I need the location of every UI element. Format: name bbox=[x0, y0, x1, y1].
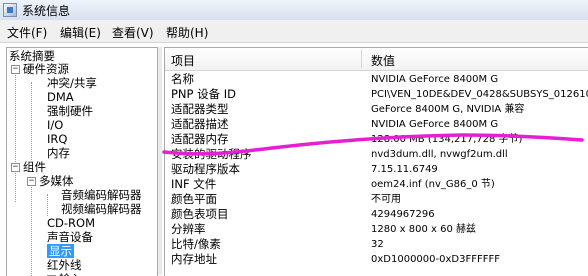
table-row[interactable]: 内存地址 0xD1000000-0xD3FFFFFF bbox=[165, 252, 588, 267]
row-item: PNP 设备 ID bbox=[171, 87, 237, 101]
menu-bar: 文件(F) 编辑(E) 查看(V) 帮助(H) bbox=[0, 20, 588, 43]
table-row[interactable]: 分辨率 1280 x 800 x 60 赫兹 bbox=[165, 222, 588, 237]
row-value: nvd3dum.dll, nvwgf2um.dll bbox=[371, 149, 508, 160]
column-divider[interactable] bbox=[361, 50, 362, 68]
tree-item-components[interactable]: − 组件 bbox=[11, 160, 46, 174]
table-row[interactable]: 名称 NVIDIA GeForce 8400M G bbox=[165, 72, 588, 87]
table-row[interactable]: 颜色平面 不可用 bbox=[165, 192, 588, 207]
table-row[interactable]: 比特/像素 32 bbox=[165, 237, 588, 252]
collapse-icon[interactable]: − bbox=[11, 65, 20, 74]
table-row[interactable]: 安装的驱动程序 nvd3dum.dll, nvwgf2um.dll bbox=[165, 147, 588, 162]
category-tree[interactable]: 系统摘要 − 硬件资源 冲突/共享 DMA 强制硬件 I/O IRQ 内存 − 组件… bbox=[6, 47, 158, 276]
tree-connector bbox=[15, 68, 16, 202]
row-item: 名称 bbox=[171, 72, 194, 86]
row-item: 适配器类型 bbox=[171, 102, 229, 116]
row-value: 不可用 bbox=[371, 194, 401, 205]
row-value: 128.00 MB (134,217,728 字节) bbox=[371, 134, 523, 145]
row-value: NVIDIA GeForce 8400M G bbox=[371, 119, 499, 130]
column-header-value[interactable]: 数值 bbox=[371, 52, 395, 69]
row-value: oem24.inf (nv_G86_0 节) bbox=[371, 179, 495, 190]
tree-item-irq[interactable]: IRQ bbox=[47, 132, 67, 146]
row-value: 7.15.11.6749 bbox=[371, 164, 438, 175]
tree-connector bbox=[31, 82, 32, 160]
row-item: 适配器描述 bbox=[171, 117, 229, 131]
tree-item-system-summary[interactable]: 系统摘要 bbox=[9, 49, 55, 63]
row-value: PCI\VEN_10DE&DEV_0428&SUBSYS_01261025& bbox=[371, 89, 588, 100]
pane-splitter[interactable] bbox=[158, 47, 162, 275]
tree-item-video-codecs[interactable]: 视频编码解码器 bbox=[61, 202, 142, 216]
row-item: 分辨率 bbox=[171, 222, 206, 236]
tree-item-sound-device[interactable]: 声音设备 bbox=[47, 230, 93, 244]
tree-item-hardware-resources[interactable]: − 硬件资源 bbox=[11, 62, 69, 76]
row-item: 颜色表项目 bbox=[171, 207, 229, 221]
tree-item-dma[interactable]: DMA bbox=[47, 90, 74, 104]
row-item: 适配器内存 bbox=[171, 132, 229, 146]
tree-item-conflicts[interactable]: 冲突/共享 bbox=[47, 76, 97, 90]
row-value: 1280 x 800 x 60 赫兹 bbox=[371, 224, 476, 235]
row-value: 32 bbox=[371, 239, 384, 250]
row-value: 0xD1000000-0xD3FFFFFF bbox=[371, 254, 500, 265]
tree-item-memory[interactable]: 内存 bbox=[47, 146, 70, 160]
table-row[interactable]: 适配器类型 GeForce 8400M G, NVIDIA 兼容 bbox=[165, 102, 588, 117]
collapse-icon[interactable]: − bbox=[27, 177, 36, 186]
table-row[interactable]: PNP 设备 ID PCI\VEN_10DE&DEV_0428&SUBSYS_0… bbox=[165, 87, 588, 102]
tree-item-input[interactable]: +输入 bbox=[47, 272, 82, 276]
menu-view[interactable]: 查看(V) bbox=[112, 24, 154, 41]
table-row[interactable]: 适配器内存 128.00 MB (134,217,728 字节) bbox=[165, 132, 588, 147]
collapse-icon[interactable]: − bbox=[11, 163, 20, 172]
menu-file[interactable]: 文件(F) bbox=[7, 24, 47, 41]
tree-item-audio-codecs[interactable]: 音频编码解码器 bbox=[61, 188, 142, 202]
row-item: 安装的驱动程序 bbox=[171, 147, 252, 161]
menu-edit[interactable]: 编辑(E) bbox=[60, 24, 101, 41]
tree-item-infrared[interactable]: 红外线 bbox=[47, 258, 82, 272]
menu-help[interactable]: 帮助(H) bbox=[166, 24, 208, 41]
table-row[interactable]: 颜色表项目 4294967296 bbox=[165, 207, 588, 222]
row-item: 驱动程序版本 bbox=[171, 162, 240, 176]
tree-connector bbox=[47, 194, 48, 216]
tree-item-io[interactable]: I/O bbox=[47, 118, 63, 132]
row-item: 比特/像素 bbox=[171, 237, 221, 251]
column-header-bar: 项目 数值 bbox=[165, 48, 588, 71]
row-value: 4294967296 bbox=[371, 209, 435, 220]
window-title: 系统信息 bbox=[22, 4, 71, 18]
system-info-icon bbox=[3, 3, 17, 17]
row-item: 颜色平面 bbox=[171, 192, 217, 206]
tree-item-multimedia[interactable]: − 多媒体 bbox=[27, 174, 74, 188]
table-row[interactable]: INF 文件 oem24.inf (nv_G86_0 节) bbox=[165, 177, 588, 192]
row-value: NVIDIA GeForce 8400M G bbox=[371, 74, 499, 85]
tree-item-forced-hardware[interactable]: 强制硬件 bbox=[47, 104, 93, 118]
table-row[interactable]: 驱动程序版本 7.15.11.6749 bbox=[165, 162, 588, 177]
table-row[interactable]: 适配器描述 NVIDIA GeForce 8400M G bbox=[165, 117, 588, 132]
tree-item-cdrom[interactable]: CD-ROM bbox=[47, 216, 95, 230]
tree-item-display[interactable]: 显示 bbox=[47, 244, 74, 258]
title-bar: 系统信息 bbox=[0, 0, 588, 21]
row-value: GeForce 8400M G, NVIDIA 兼容 bbox=[371, 104, 525, 115]
tree-connector bbox=[31, 180, 32, 276]
column-header-item[interactable]: 项目 bbox=[171, 52, 195, 69]
row-item: INF 文件 bbox=[171, 177, 217, 191]
details-list[interactable]: 项目 数值 名称 NVIDIA GeForce 8400M G PNP 设备 I… bbox=[164, 47, 588, 276]
row-item: 内存地址 bbox=[171, 252, 217, 266]
